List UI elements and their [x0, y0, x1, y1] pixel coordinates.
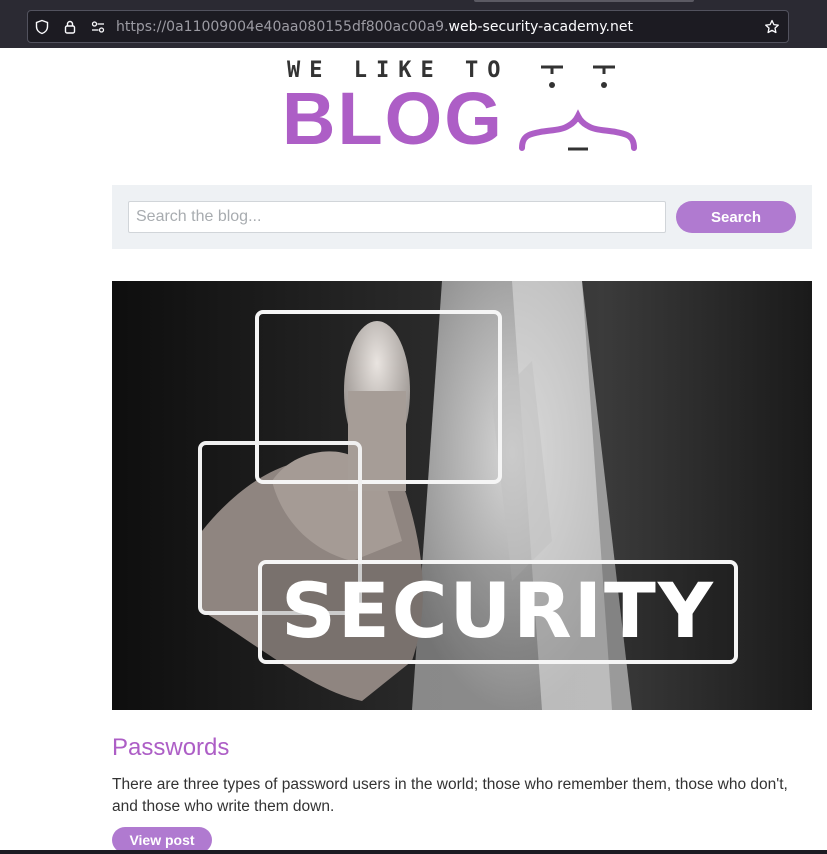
page-content: WE LIKE TO BLOG Search the blog... Searc… — [0, 48, 827, 854]
bookmark-star-icon[interactable] — [756, 10, 788, 43]
url-prefix: https://0a11009004e40aa080155df800ac00a9… — [116, 18, 449, 35]
post-summary: There are three types of password users … — [112, 776, 788, 815]
browser-toolbar: https://0a11009004e40aa080155df800ac00a9… — [0, 0, 827, 48]
search-button[interactable]: Search — [676, 201, 796, 233]
bottom-edge — [0, 850, 827, 854]
logo-word: BLOG — [282, 77, 504, 160]
image-caption: SECURITY — [281, 566, 715, 655]
permissions-icon[interactable] — [84, 10, 112, 43]
url-text[interactable]: https://0a11009004e40aa080155df800ac00a9… — [116, 19, 756, 35]
shield-icon[interactable] — [28, 10, 56, 43]
logo-face-icon — [519, 65, 637, 151]
lock-icon[interactable] — [56, 10, 84, 43]
tab-strip-edge — [474, 0, 694, 2]
post-image[interactable]: SECURITY — [112, 281, 812, 710]
search-panel: Search — [112, 185, 812, 249]
url-domain: web-security-academy.net — [448, 18, 633, 35]
post-title[interactable]: Passwords — [112, 734, 229, 762]
security-image: SECURITY — [112, 281, 812, 710]
search-input[interactable] — [128, 201, 666, 233]
site-logo[interactable]: WE LIKE TO BLOG — [282, 54, 642, 160]
address-bar[interactable]: https://0a11009004e40aa080155df800ac00a9… — [27, 10, 789, 43]
